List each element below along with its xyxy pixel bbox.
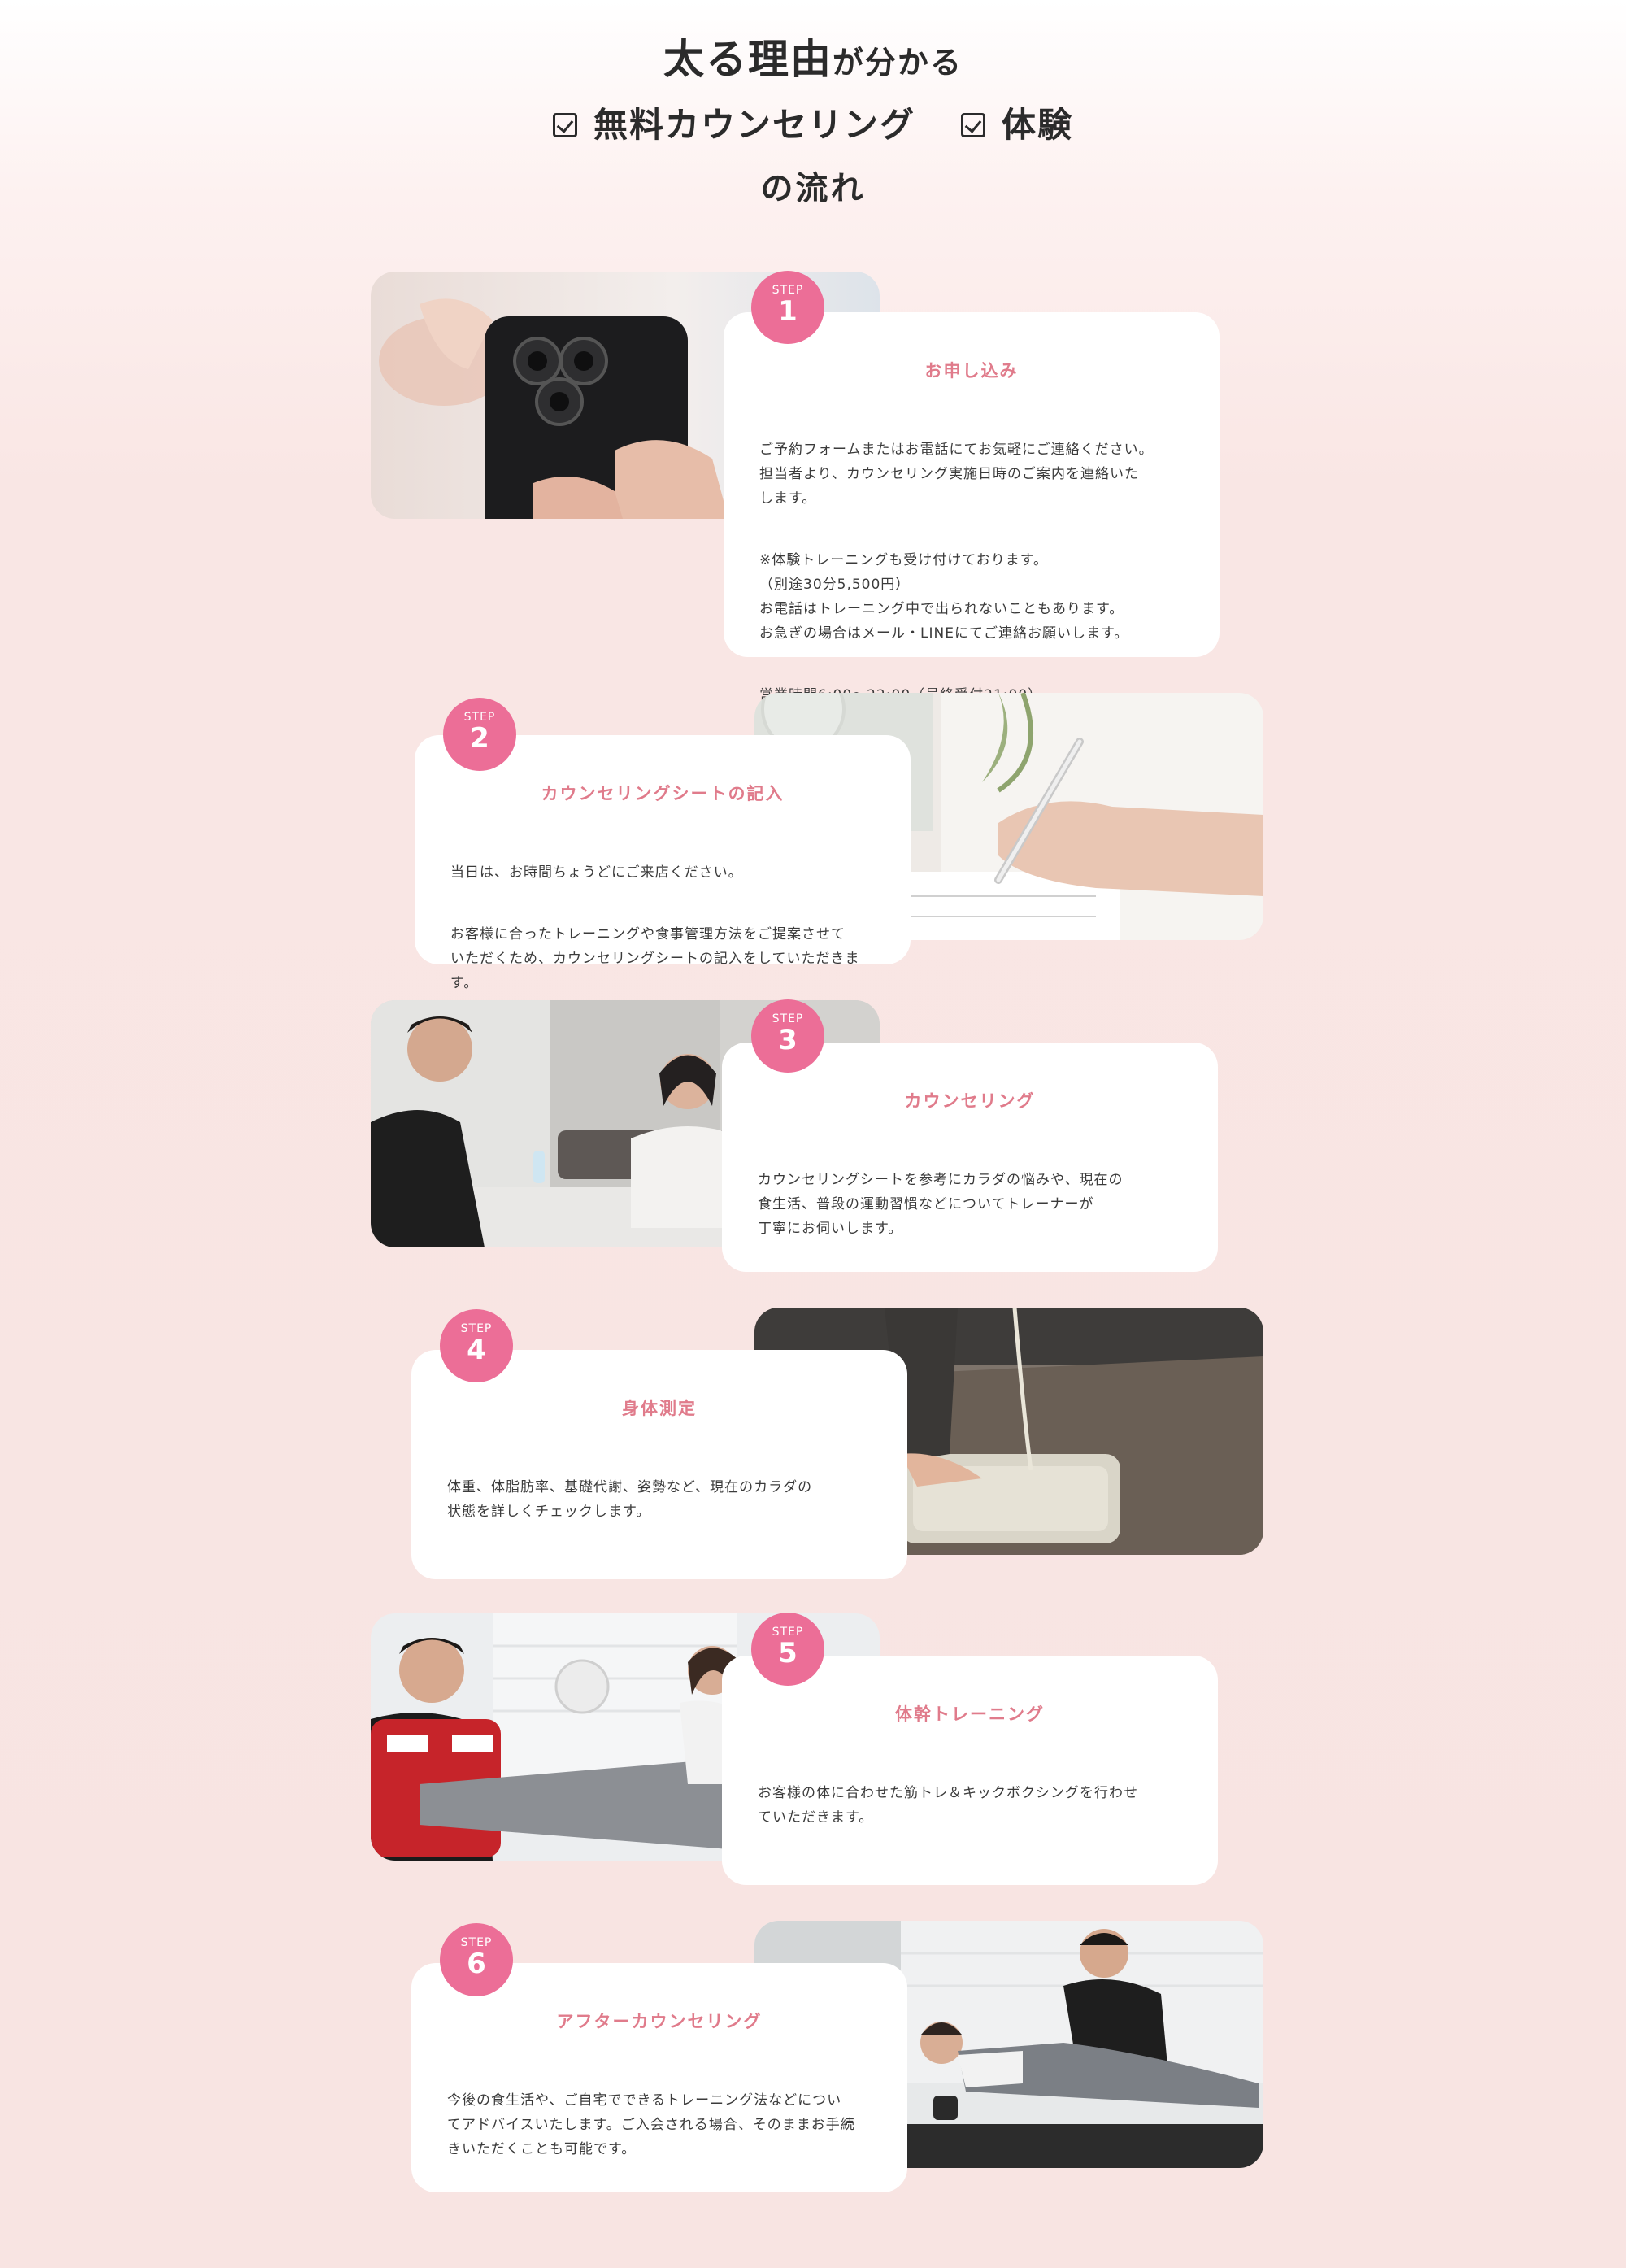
step-4-title: 身体測定 — [622, 1399, 697, 1418]
step-number: 3 — [778, 1024, 798, 1056]
step-number: 4 — [467, 1334, 486, 1366]
step-3-badge: STEP 3 — [751, 999, 824, 1073]
step-2-badge: STEP 2 — [443, 698, 516, 771]
step-3-card: カウンセリング カウンセリングシートを参考にカラダの悩みや、現在の 食生活、普段… — [722, 1043, 1218, 1272]
step-2-title: カウンセリングシートの記入 — [541, 784, 785, 803]
step-6-paragraph: 今後の食生活や、ご自宅でできるトレーニング法などについ てアドバイスいたします。… — [447, 2092, 855, 2157]
step-6-card: アフターカウンセリング 今後の食生活や、ご自宅でできるトレーニング法などについ … — [411, 1963, 907, 2192]
heading-checks: 無料カウンセリング 体験 — [0, 93, 1626, 158]
step-2-paragraph: 当日は、お時間ちょうどにご来店ください。 — [450, 864, 743, 881]
heading-title-small: が分かる — [832, 45, 963, 81]
step-3-text: カウンセリングシートを参考にカラダの悩みや、現在の 食生活、普段の運動習慣などに… — [758, 1143, 1182, 1278]
heading-title: 太る理由が分かる — [0, 26, 1626, 93]
step-1-paragraph: ※体験トレーニングも受け付けております。 （別途30分5,500円） お電話はト… — [759, 552, 1129, 642]
step-1-badge: STEP 1 — [751, 271, 824, 344]
step-5-paragraph: お客様の体に合わせた筋トレ＆キックボクシングを行わせ ていただきます。 — [758, 1785, 1138, 1826]
step-3-paragraph: カウンセリングシートを参考にカラダの悩みや、現在の 食生活、普段の運動習慣などに… — [758, 1172, 1124, 1237]
step-4-card: 身体測定 体重、体脂肪率、基礎代謝、姿勢など、現在のカラダの 状態を詳しくチェッ… — [411, 1350, 907, 1579]
checkbox-checked-icon — [552, 113, 577, 137]
step-4-badge: STEP 4 — [440, 1309, 513, 1382]
step-5-badge: STEP 5 — [751, 1613, 824, 1686]
step-number: 2 — [470, 722, 489, 755]
step-6-badge: STEP 6 — [440, 1923, 513, 1996]
step-3-title: カウンセリング — [904, 1091, 1036, 1111]
step-1-paragraph: ご予約フォームまたはお電話にてお気軽にご連絡ください。 担当者より、カウンセリン… — [759, 442, 1154, 507]
step-4-paragraph: 体重、体脂肪率、基礎代謝、姿勢など、現在のカラダの 状態を詳しくチェックします。 — [447, 1479, 813, 1520]
step-6-title: アフターカウンセリング — [556, 2012, 763, 2031]
step-number: 6 — [467, 1948, 486, 1980]
step-4-text: 体重、体脂肪率、基礎代謝、姿勢など、現在のカラダの 状態を詳しくチェックします。 — [447, 1451, 872, 1561]
checkbox-checked-icon — [961, 113, 985, 137]
step-number: 1 — [778, 295, 798, 328]
heading-subtitle: の流れ — [760, 170, 866, 207]
step-5-card: 体幹トレーニング お客様の体に合わせた筋トレ＆キックボクシングを行わせ ていただ… — [722, 1656, 1218, 1885]
step-1-title: お申し込み — [924, 361, 1019, 381]
check-label-counseling: 無料カウンセリング — [593, 105, 915, 145]
check-label-trial: 体験 — [1002, 105, 1074, 145]
step-5-title: 体幹トレーニング — [895, 1704, 1045, 1724]
heading-title-big: 太る理由 — [663, 36, 833, 83]
step-1-card: お申し込み ご予約フォームまたはお電話にてお気軽にご連絡ください。 担当者より、… — [724, 312, 1220, 703]
step-5-text: お客様の体に合わせた筋トレ＆キックボクシングを行わせ ていただきます。 — [758, 1757, 1182, 1867]
section-heading: 太る理由が分かる 無料カウンセリング 体験 の流れ — [0, 26, 1626, 220]
step-number: 5 — [778, 1637, 798, 1669]
step-6-text: 今後の食生活や、ご自宅でできるトレーニング法などについ てアドバイスいたします。… — [447, 2064, 872, 2199]
step-2-paragraph: お客様に合ったトレーニングや食事管理方法をご提案させて いただくため、カウンセリ… — [450, 926, 860, 991]
